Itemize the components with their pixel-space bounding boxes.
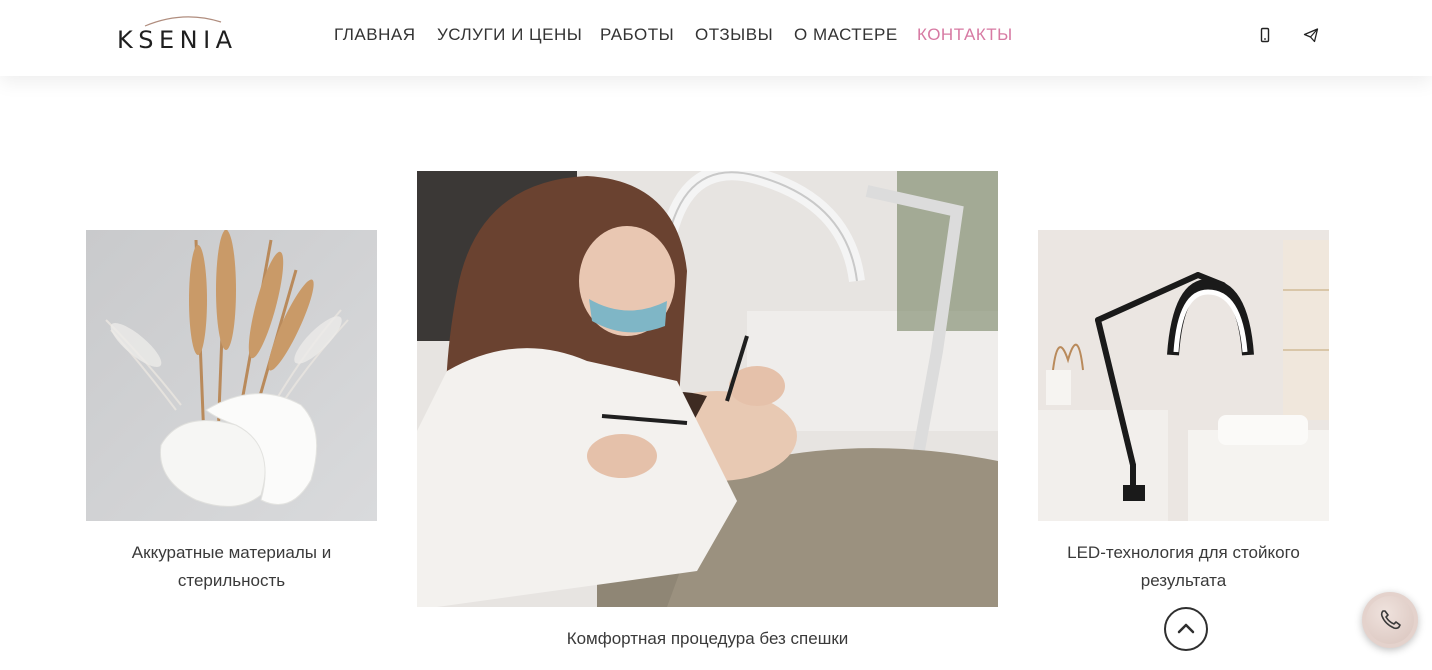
telegram-icon[interactable] xyxy=(1302,26,1320,44)
nav-item-works[interactable]: РАБОТЫ xyxy=(600,25,674,45)
caption-led: LED-технология для стойкого результата xyxy=(1067,543,1300,590)
phone-icon xyxy=(1380,610,1401,630)
nav-item-services[interactable]: УСЛУГИ И ЦЕНЫ xyxy=(437,25,582,45)
call-button-inner xyxy=(1366,596,1414,644)
nav-item-reviews[interactable]: ОТЗЫВЫ xyxy=(695,25,773,45)
scroll-to-top-button[interactable] xyxy=(1164,607,1208,651)
call-button[interactable] xyxy=(1362,592,1418,648)
main-nav: ГЛАВНАЯ УСЛУГИ И ЦЕНЫ РАБОТЫ ОТЗЫВЫ О МА… xyxy=(0,25,1100,47)
phone-icon[interactable] xyxy=(1256,26,1274,44)
wheat-and-eye-patches-photo[interactable] xyxy=(86,230,377,521)
caption-procedure: Комфортная процедура без спешки xyxy=(566,629,849,648)
nav-item-contacts[interactable]: КОНТАКТЫ xyxy=(917,25,1013,45)
photo-illustration xyxy=(86,230,377,521)
site-header: KSENIA ГЛАВНАЯ УСЛУГИ И ЦЕНЫ РАБОТЫ ОТЗЫ… xyxy=(0,0,1432,76)
photo-illustration xyxy=(1038,230,1329,521)
nav-item-about[interactable]: О МАСТЕРЕ xyxy=(794,25,898,45)
nav-item-home[interactable]: ГЛАВНАЯ xyxy=(334,25,415,45)
chevron-up-icon xyxy=(1177,623,1195,634)
lash-procedure-photo[interactable] xyxy=(417,171,998,607)
led-lamp-photo[interactable] xyxy=(1038,230,1329,521)
caption-materials: Аккуратные материалы и стерильность xyxy=(131,543,332,590)
photo-illustration xyxy=(417,171,998,607)
